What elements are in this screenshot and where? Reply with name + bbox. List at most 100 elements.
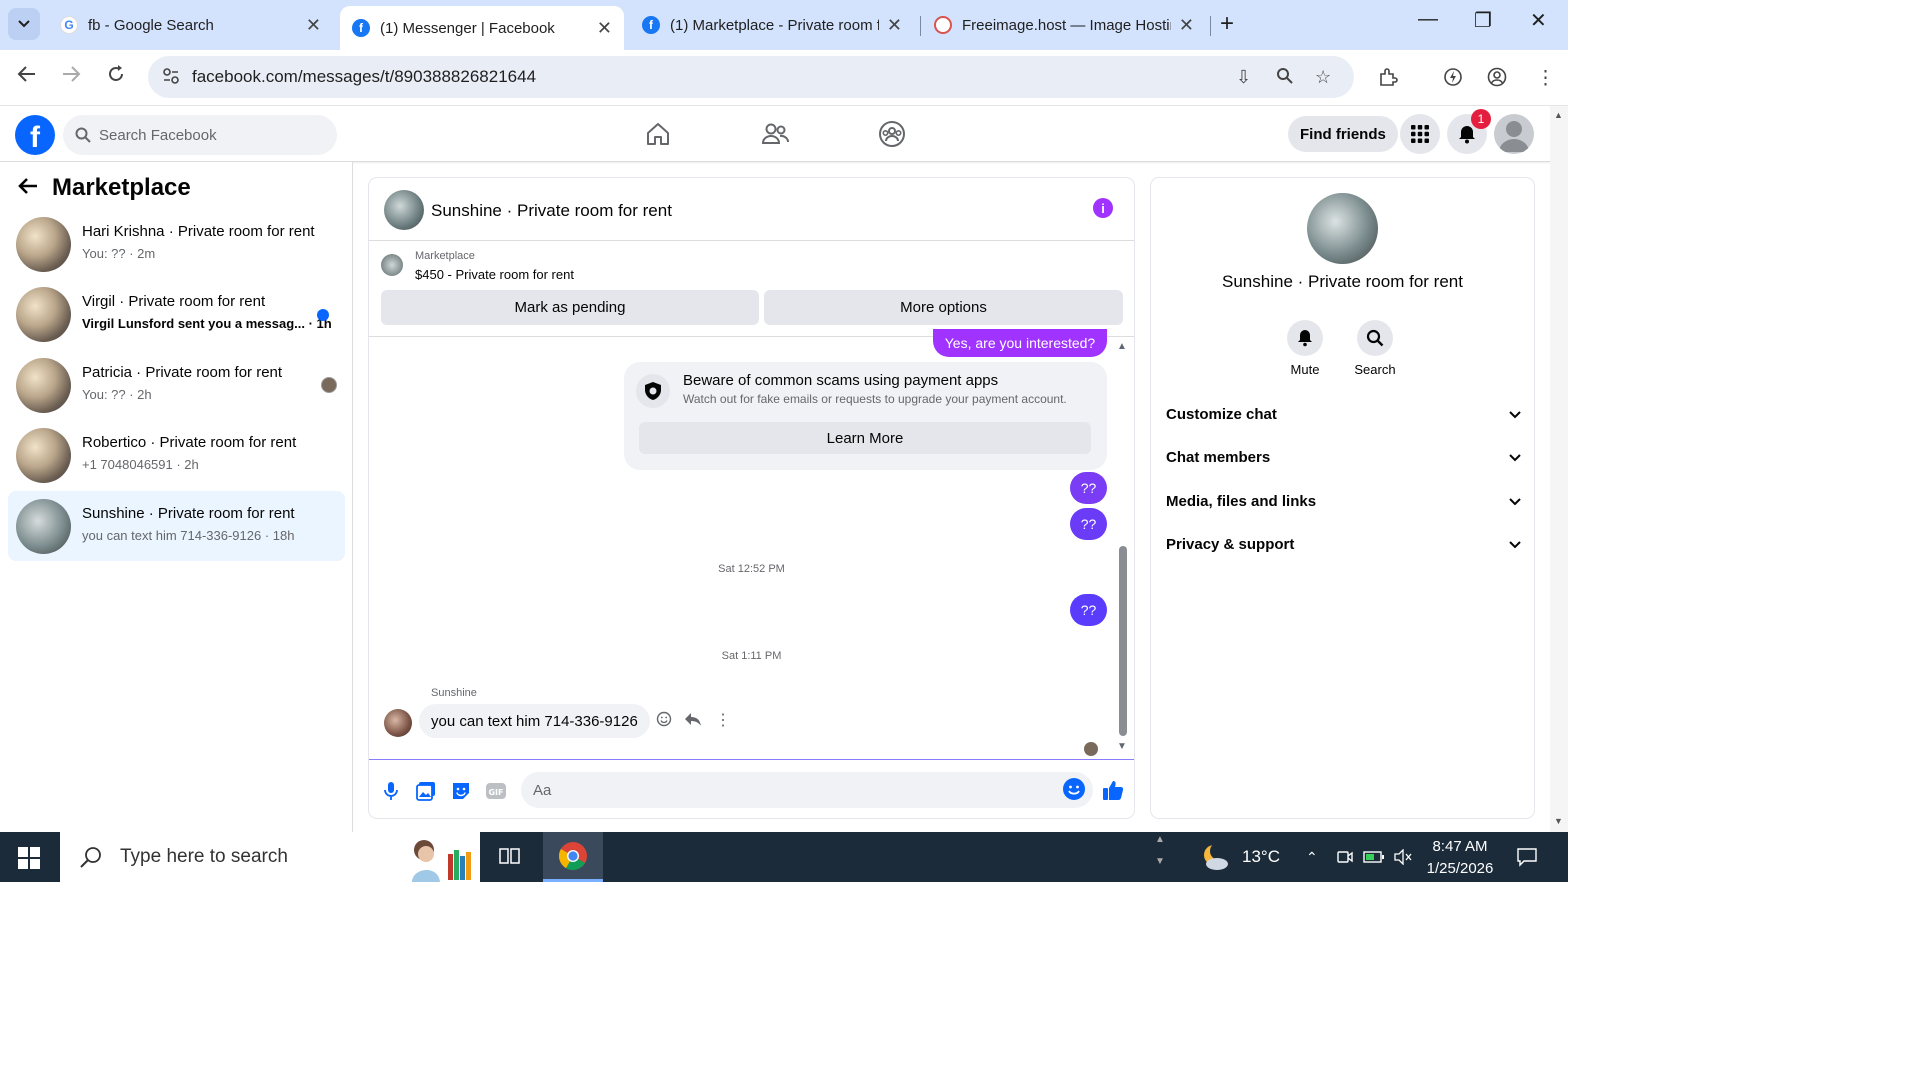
sticker-icon[interactable] (450, 780, 472, 802)
page-scrollbar[interactable]: ▲ ▼ (1550, 106, 1568, 832)
reply-icon[interactable] (684, 711, 702, 732)
windows-start-icon[interactable] (18, 847, 40, 869)
back-arrow-icon[interactable] (18, 174, 38, 202)
conversation-item[interactable]: Robertico · Private room for rent +1 704… (8, 420, 345, 490)
search-icon (75, 127, 91, 143)
info-icon[interactable]: i (1093, 198, 1113, 218)
close-icon[interactable]: ✕ (887, 15, 902, 36)
facebook-search-input[interactable]: Search Facebook (63, 115, 337, 155)
forward-button[interactable] (61, 64, 81, 90)
search-highlight-illustration (412, 840, 471, 882)
listing-thumbnail[interactable] (381, 254, 403, 276)
bookmark-star-icon[interactable]: ☆ (1315, 67, 1331, 88)
facebook-header: f Search Facebook Find friends 1 (0, 106, 1550, 162)
extensions-icon[interactable] (1378, 67, 1398, 93)
facebook-logo[interactable]: f (15, 115, 55, 155)
meet-now-icon[interactable] (1336, 832, 1354, 882)
shield-icon (636, 374, 670, 408)
tab-marketplace[interactable]: f (1) Marketplace - Private room f ✕ (630, 6, 914, 44)
thumbs-up-icon[interactable] (1101, 778, 1125, 802)
microphone-icon[interactable] (380, 780, 402, 802)
conversation-item[interactable]: Hari Krishna · Private room for rent You… (8, 209, 345, 279)
conversation-preview: you can text him 714-336-9126 · 18h (82, 528, 295, 543)
chrome-taskbar-button[interactable] (543, 832, 603, 882)
privacy-support-section[interactable]: Privacy & support (1166, 529, 1521, 559)
omnibox[interactable]: facebook.com/messages/t/890388826821644 … (148, 56, 1354, 98)
mute-action[interactable]: Mute (1265, 320, 1345, 377)
nav-friends[interactable] (761, 120, 789, 148)
mark-as-pending-button[interactable]: Mark as pending (381, 290, 759, 325)
gif-icon[interactable]: GIF (485, 780, 507, 802)
chat-scrollbar[interactable]: ▲ ▼ (1116, 341, 1130, 752)
weather-widget[interactable]: 13°C (1200, 832, 1280, 882)
tab-messenger[interactable]: f (1) Messenger | Facebook ✕ (340, 6, 624, 50)
reload-button[interactable] (106, 64, 126, 90)
close-icon[interactable]: ✕ (597, 18, 612, 39)
taskbar-scroll[interactable]: ▲ ▼ (1155, 834, 1169, 867)
emoji-icon[interactable] (1063, 778, 1085, 800)
message-timestamp: Sat 1:11 PM (721, 650, 782, 662)
conversation-item[interactable]: Virgil · Private room for rent Virgil Lu… (8, 279, 345, 349)
minimize-button[interactable]: — (1418, 8, 1438, 31)
url-text[interactable]: facebook.com/messages/t/890388826821644 (192, 67, 536, 87)
more-options-button[interactable]: More options (764, 290, 1123, 325)
learn-more-button[interactable]: Learn More (639, 422, 1091, 454)
performance-icon[interactable] (1443, 67, 1463, 93)
back-button[interactable] (17, 64, 37, 90)
notification-center-icon[interactable] (1516, 832, 1538, 882)
close-icon[interactable]: ✕ (306, 15, 321, 36)
volume-muted-icon[interactable] (1393, 832, 1413, 882)
battery-icon[interactable] (1363, 832, 1385, 882)
outgoing-message[interactable]: ?? (1070, 472, 1107, 504)
zoom-icon[interactable] (1276, 67, 1294, 90)
photo-icon[interactable] (415, 780, 437, 802)
sender-avatar[interactable] (384, 709, 412, 737)
chat-title[interactable]: Sunshine · Private room for rent (431, 201, 672, 221)
outgoing-message[interactable]: ?? (1070, 508, 1107, 540)
incoming-message[interactable]: you can text him 714-336-9126 (419, 704, 650, 738)
chat-thumbnail[interactable] (384, 190, 424, 230)
site-settings-icon[interactable] (162, 67, 180, 85)
restore-button[interactable]: ❐ (1474, 8, 1492, 33)
message-input[interactable]: Aa (521, 772, 1093, 808)
tab-search-button[interactable] (8, 8, 40, 40)
customize-chat-section[interactable]: Customize chat (1166, 399, 1521, 429)
tab-freeimage[interactable]: Freeimage.host — Image Hostir ✕ (922, 6, 1206, 44)
media-files-links-section[interactable]: Media, files and links (1166, 486, 1521, 516)
profile-icon[interactable] (1487, 67, 1507, 93)
scroll-down-icon[interactable]: ▼ (1554, 816, 1563, 826)
show-hidden-icons[interactable]: ⌃ (1306, 832, 1318, 882)
menu-button[interactable] (1400, 114, 1440, 154)
tab-google-search[interactable]: G fb - Google Search ✕ (48, 6, 333, 44)
scroll-up-icon[interactable]: ▲ (1117, 341, 1127, 352)
outgoing-message[interactable]: Yes, are you interested? (933, 329, 1107, 357)
system-clock[interactable]: 8:47 AM 1/25/2026 (1418, 836, 1502, 880)
account-avatar[interactable] (1494, 114, 1534, 154)
scroll-up-icon[interactable]: ▲ (1554, 110, 1563, 120)
nav-groups[interactable] (878, 120, 906, 148)
scam-warning-title: Beware of common scams using payment app… (683, 372, 999, 389)
find-friends-button[interactable]: Find friends (1288, 116, 1398, 152)
conversation-item-selected[interactable]: Sunshine · Private room for rent you can… (8, 491, 345, 561)
install-app-icon[interactable]: ⇩ (1236, 67, 1251, 88)
bell-icon (1287, 320, 1323, 356)
chat-members-section[interactable]: Chat members (1166, 442, 1521, 472)
chat-avatar-large[interactable] (1307, 193, 1378, 264)
nav-home[interactable] (644, 120, 672, 148)
react-icon[interactable] (656, 711, 672, 732)
search-placeholder: Search Facebook (99, 126, 217, 144)
conversation-item[interactable]: Patricia · Private room for rent You: ??… (8, 350, 345, 420)
task-view-icon[interactable] (499, 846, 521, 872)
search-action[interactable]: Search (1335, 320, 1415, 377)
close-icon[interactable]: ✕ (1179, 15, 1194, 36)
kebab-menu-icon[interactable]: ⋮ (1536, 67, 1555, 90)
more-actions-icon[interactable]: ⋮ (715, 710, 731, 730)
scroll-thumb[interactable] (1119, 546, 1127, 736)
listing-price-title[interactable]: $450 - Private room for rent (415, 267, 574, 282)
message-input-placeholder: Aa (533, 781, 552, 799)
new-tab-button[interactable]: + (1220, 10, 1234, 38)
home-icon (647, 123, 669, 145)
close-window-button[interactable]: ✕ (1530, 8, 1547, 33)
scroll-down-icon[interactable]: ▼ (1117, 741, 1127, 752)
outgoing-message[interactable]: ?? (1070, 594, 1107, 626)
